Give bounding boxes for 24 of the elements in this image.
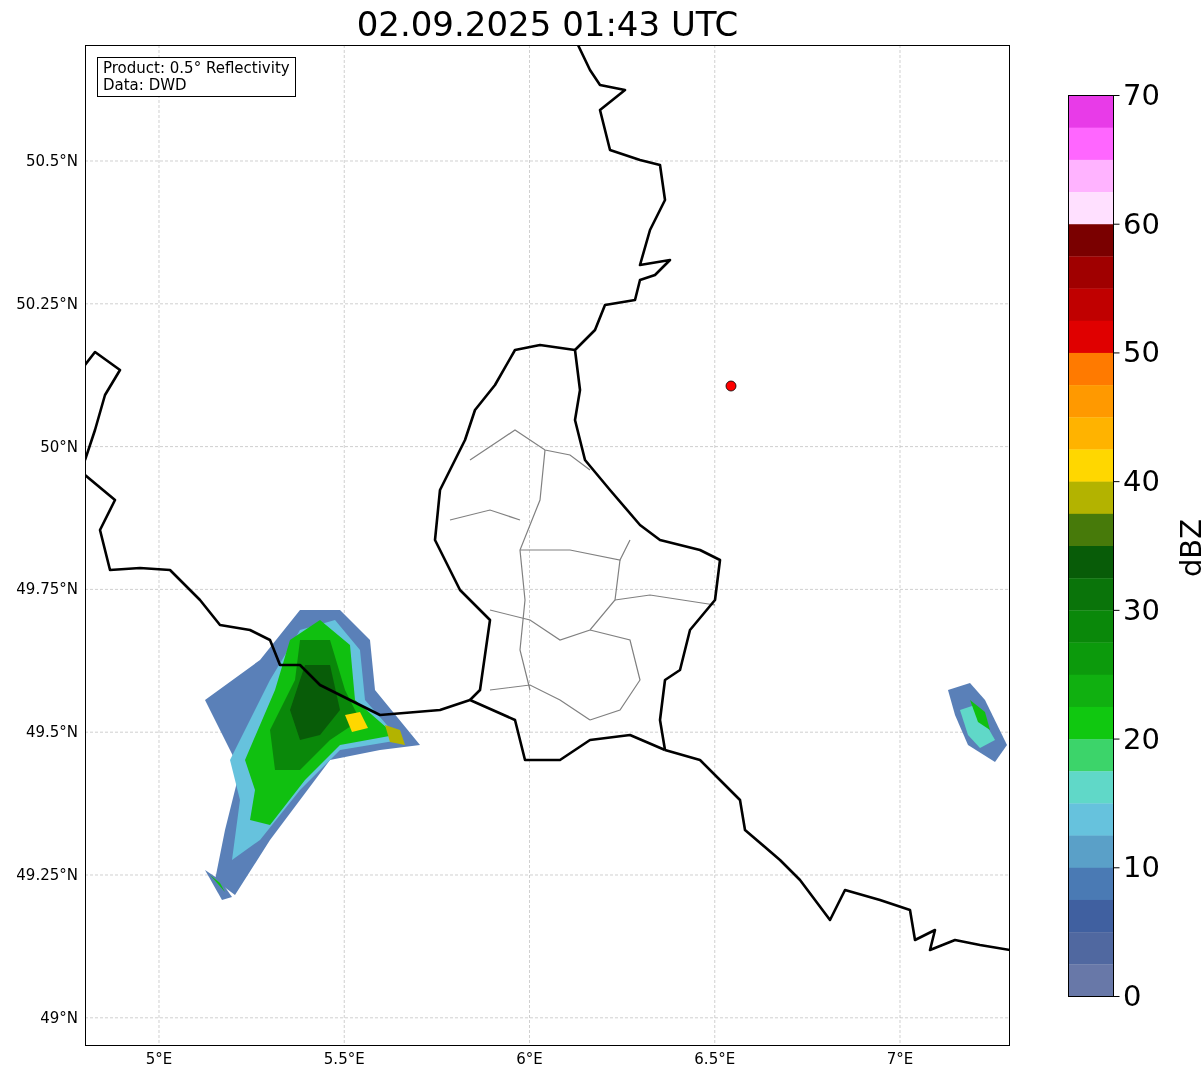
latitude-label: 50.25°N (16, 294, 78, 313)
latitude-label: 50°N (40, 437, 78, 456)
latitude-label: 50.5°N (25, 152, 78, 170)
latitude-label: 49°N (40, 1008, 78, 1027)
longitude-label: 7°E (886, 1050, 914, 1068)
colorbar-tick-label: 50 (1123, 335, 1160, 370)
longitude-label: 5.5°E (323, 1050, 365, 1068)
colorbar-tick-label: 10 (1123, 850, 1160, 885)
latitude-label: 49.25°N (16, 866, 78, 884)
latitude-label: 49.75°N (16, 580, 78, 599)
colorbar-tick-label: 70 (1123, 78, 1160, 112)
colorbar-label: dBZ (1174, 518, 1202, 578)
colorbar-tick-label: 40 (1123, 464, 1160, 499)
colorbar-tick-label: 60 (1123, 206, 1160, 241)
colorbar-tick-label: 20 (1123, 721, 1160, 756)
chart-title: 02.09.2025 01:43 UTC (355, 4, 740, 44)
latitude-label: 49.5°N (25, 723, 78, 742)
longitude-label: 5°E (145, 1050, 173, 1068)
longitude-label: 6°E (516, 1050, 543, 1068)
colorbar-tick-label: 30 (1123, 592, 1160, 627)
info-text: Product: 0.5° Reflectivity (103, 60, 290, 77)
longitude-label: 6.5°E (694, 1050, 736, 1068)
colorbar-tick-label: 0 (1123, 979, 1142, 1013)
info-text: Data: DWD (103, 77, 188, 94)
